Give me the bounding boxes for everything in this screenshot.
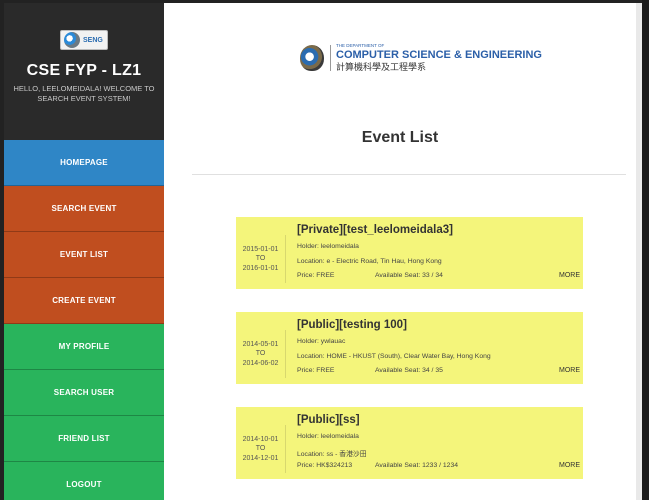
event-end-date: 2016-01-01 <box>242 264 279 272</box>
event-card[interactable]: 2014-05-01 TO 2014-06-02 [Public][testin… <box>236 312 583 384</box>
department-name-chinese: 計算機科學及工程學系 <box>336 61 427 72</box>
seng-logo-icon: SENG <box>60 30 108 50</box>
event-start-date: 2014-05-01 <box>242 340 279 348</box>
event-dates: 2014-05-01 TO 2014-06-02 <box>236 330 286 378</box>
event-end-date: 2014-12-01 <box>242 454 279 462</box>
department-name: COMPUTER SCIENCE & ENGINEERING <box>336 48 542 61</box>
event-holder: Holder: leelomeidala <box>297 433 359 440</box>
event-more-link[interactable]: MORE <box>559 272 580 279</box>
title-divider <box>192 174 626 175</box>
nav-search-event[interactable]: SEARCH EVENT <box>4 186 164 232</box>
nav-search-user[interactable]: SEARCH USER <box>4 370 164 416</box>
event-price: Price: HK$324213 <box>297 462 353 469</box>
event-more-link[interactable]: MORE <box>559 462 580 469</box>
nav-logout[interactable]: LOGOUT <box>4 462 164 500</box>
sidebar-brand: SENG CSE FYP - LZ1 HELLO, LEELOMEIDALA! … <box>4 3 164 140</box>
event-date-separator: TO <box>255 255 266 263</box>
nav-create-event[interactable]: CREATE EVENT <box>4 278 164 324</box>
event-card[interactable]: 2015-01-01 TO 2016-01-01 [Private][test_… <box>236 217 583 289</box>
sidebar: SENG CSE FYP - LZ1 HELLO, LEELOMEIDALA! … <box>4 3 164 500</box>
event-title: [Private][test_leelomeidala3] <box>297 224 453 236</box>
event-available-seat: Available Seat: 34 / 35 <box>375 367 443 374</box>
event-date-separator: TO <box>255 445 266 453</box>
logo-divider <box>330 44 331 71</box>
event-location: Location: e - Electric Road, Tin Hau, Ho… <box>297 258 442 265</box>
welcome-message: HELLO, LEELOMEIDALA! WELCOME TO SEARCH E… <box>13 84 155 103</box>
event-price: Price: FREE <box>297 367 335 374</box>
main-content: THE DEPARTMENT OF COMPUTER SCIENCE & ENG… <box>164 3 636 500</box>
nav-event-list[interactable]: EVENT LIST <box>4 232 164 278</box>
window-frame-right <box>642 0 649 500</box>
page-title: Event List <box>361 129 439 146</box>
event-title: [Public][testing 100] <box>297 319 407 331</box>
event-price: Price: FREE <box>297 272 335 279</box>
hkust-emblem-icon <box>300 44 324 71</box>
nav-homepage[interactable]: HOMEPAGE <box>4 140 164 186</box>
event-start-date: 2014-10-01 <box>242 435 279 443</box>
event-end-date: 2014-06-02 <box>242 359 279 367</box>
nav-friend-list[interactable]: FRIEND LIST <box>4 416 164 462</box>
event-holder: Holder: ywlauac <box>297 338 346 345</box>
site-title: CSE FYP - LZ1 <box>26 62 142 79</box>
event-dates: 2014-10-01 TO 2014-12-01 <box>236 425 286 473</box>
event-date-separator: TO <box>255 350 266 358</box>
nav-my-profile[interactable]: MY PROFILE <box>4 324 164 370</box>
event-card[interactable]: 2014-10-01 TO 2014-12-01 [Public][ss] Ho… <box>236 407 583 479</box>
event-available-seat: Available Seat: 1233 / 1234 <box>375 462 459 469</box>
event-location: Location: HOME - HKUST (South), Clear Wa… <box>297 353 491 360</box>
event-start-date: 2015-01-01 <box>242 245 279 253</box>
event-dates: 2015-01-01 TO 2016-01-01 <box>236 235 286 283</box>
seng-logo-text: SENG <box>83 36 103 44</box>
event-location: Location: ss - 香港沙田 <box>297 451 367 458</box>
event-title: [Public][ss] <box>297 414 360 426</box>
event-available-seat: Available Seat: 33 / 34 <box>375 272 443 279</box>
event-more-link[interactable]: MORE <box>559 367 580 374</box>
seng-swirl-icon <box>64 32 80 48</box>
department-name-block: THE DEPARTMENT OF COMPUTER SCIENCE & ENG… <box>336 43 542 72</box>
event-holder: Holder: leelomeidala <box>297 243 359 250</box>
department-prefix: THE DEPARTMENT OF <box>336 43 385 48</box>
department-logo: THE DEPARTMENT OF COMPUTER SCIENCE & ENG… <box>300 43 542 72</box>
